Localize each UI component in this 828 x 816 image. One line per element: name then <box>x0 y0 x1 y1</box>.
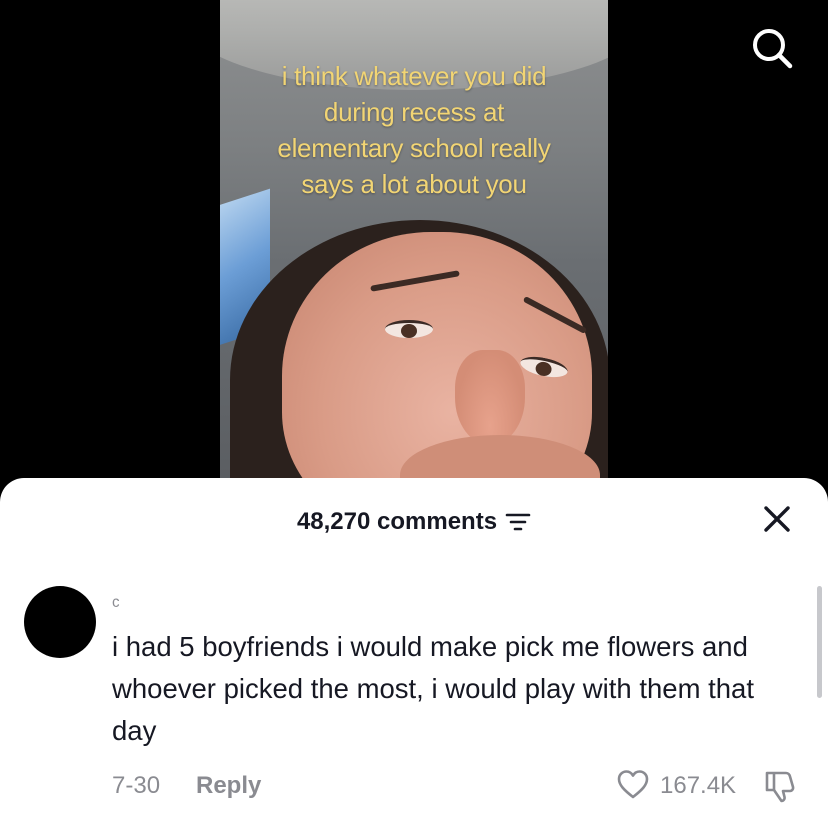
comments-sheet: 48,270 comments ᶜ i had 5 boyfriends i w… <box>0 478 828 816</box>
search-button[interactable] <box>748 24 796 72</box>
like-button[interactable] <box>616 768 650 802</box>
comment-count: 48,270 comments <box>296 508 498 535</box>
comment-text: i had 5 boyfriends i would make pick me … <box>112 631 754 746</box>
comments-header: 48,270 comments <box>0 502 828 542</box>
like-count: 167.4K <box>660 772 737 799</box>
close-button[interactable] <box>762 504 792 534</box>
dislike-button[interactable] <box>762 768 798 804</box>
search-icon <box>753 29 793 69</box>
video-text-overlay: i think whatever you did during recess a… <box>277 61 551 199</box>
avatar[interactable] <box>24 586 96 658</box>
scrollbar[interactable] <box>817 586 822 698</box>
video-scene-nose <box>455 350 525 445</box>
thumbs-down-icon <box>765 771 795 803</box>
comment-username[interactable]: ᶜ <box>112 592 120 617</box>
close-icon <box>764 506 790 532</box>
video-scene-eye <box>385 320 433 338</box>
heart-outline-icon <box>617 770 649 799</box>
comment-date: 7-30 <box>112 772 161 799</box>
reply-button[interactable]: Reply <box>196 772 261 800</box>
filter-icon[interactable] <box>505 512 531 532</box>
